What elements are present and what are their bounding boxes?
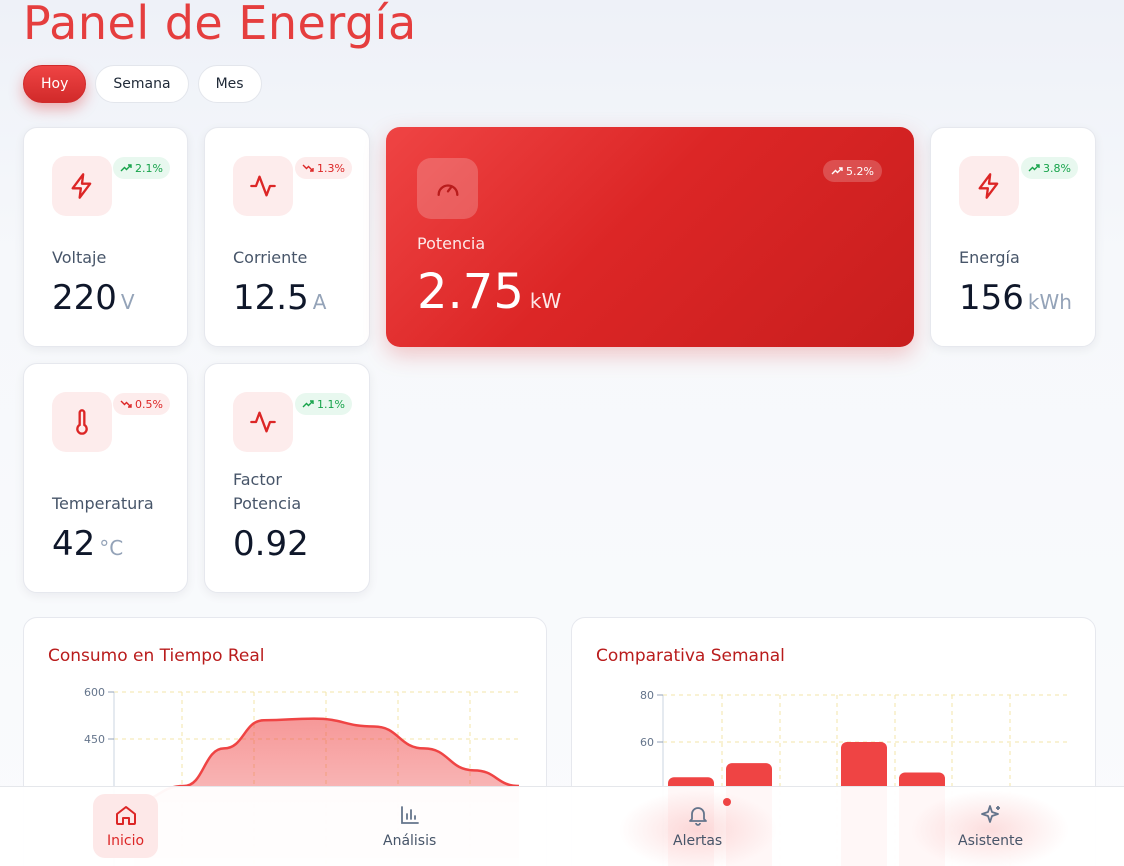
page-title: Panel de Energía [23,0,417,50]
trend-value: 0.5% [135,397,163,411]
metric-card-corriente[interactable]: 1.3% Corriente 12.5 A [204,127,370,347]
trend-up-icon [120,164,132,172]
nav-label: Inicio [107,833,145,849]
activity-icon [233,392,293,452]
trend-up-icon [1028,164,1040,172]
y-tick-label: 600 [84,686,105,699]
metric-unit: kWh [1027,290,1072,314]
metric-card-voltaje[interactable]: 2.1% Voltaje 220 V [23,127,188,347]
trend-value: 3.8% [1043,161,1071,175]
trend-value: 5.2% [846,164,874,178]
metric-value: 42 °C [52,524,123,564]
nav-item-inicio[interactable]: Inicio [93,794,159,858]
metric-label-line2: Potencia [233,494,302,513]
metric-label: Temperatura [52,494,154,513]
nav-item-analisis[interactable]: Análisis [369,794,450,858]
trend-badge: 2.1% [113,157,170,179]
zap-icon [52,156,112,216]
trend-down-icon [120,400,132,408]
trend-badge: 0.5% [113,393,170,415]
metric-unit: °C [99,536,124,560]
chart-title: Comparativa Semanal [596,646,785,666]
nav-label: Análisis [383,833,437,849]
metric-number: 2.75 [417,264,524,320]
y-tick-label: 450 [84,733,105,746]
y-tick-label: 60 [640,736,654,749]
metric-card-potencia[interactable]: 5.2% Potencia 2.75 kW [386,127,914,347]
trend-value: 1.3% [317,161,345,175]
home-icon [115,806,136,825]
nav-label: Asistente [958,833,1024,849]
metric-number: 0.92 [233,524,309,564]
nav-label: Alertas [673,833,723,849]
trend-badge: 3.8% [1021,157,1078,179]
metric-label: Energía [959,248,1020,267]
metric-label: Corriente [233,248,308,267]
bar-chart-icon [400,806,419,824]
metric-value: 0.92 [233,524,309,564]
gauge-icon [417,158,478,219]
metric-value: 12.5 A [233,278,326,318]
period-tabs: Hoy Semana Mes [23,65,262,103]
trend-value: 1.1% [317,397,345,411]
trend-up-icon [831,167,843,175]
bell-icon [688,807,707,826]
trend-badge: 1.3% [295,157,352,179]
sparkles-icon [980,805,1000,823]
metric-number: 42 [52,524,96,564]
tab-mes[interactable]: Mes [197,65,262,103]
metric-unit: A [312,290,327,314]
metric-value: 156 kWh [959,278,1072,318]
metric-card-energia[interactable]: 3.8% Energía 156 kWh [930,127,1096,347]
notification-dot [723,798,731,806]
trend-down-icon [302,164,314,172]
trend-badge: 1.1% [295,393,352,415]
metric-unit: V [120,290,135,314]
chart-title: Consumo en Tiempo Real [48,646,265,666]
metric-card-factor-potencia[interactable]: 1.1% Factor Potencia 0.92 [204,363,370,593]
trend-value: 2.1% [135,161,163,175]
metric-number: 220 [52,278,117,318]
activity-icon [233,156,293,216]
metric-card-temperatura[interactable]: 0.5% Temperatura 42 °C [23,363,188,593]
metric-label: Factor Potencia [233,468,301,516]
tab-hoy[interactable]: Hoy [23,65,87,103]
metric-number: 12.5 [233,278,309,318]
metric-unit: kW [529,289,562,313]
trend-badge: 5.2% [823,160,882,182]
thermometer-icon [52,392,112,452]
zap-icon [959,156,1019,216]
metric-label-line1: Factor [233,470,282,489]
nav-item-asistente[interactable]: Asistente [944,794,1037,858]
y-tick-label: 80 [640,689,654,702]
trend-up-icon [302,400,314,408]
metric-number: 156 [959,278,1024,318]
metric-value: 220 V [52,278,135,318]
metric-label: Potencia [417,234,486,253]
metric-value: 2.75 kW [417,264,561,320]
metric-label: Voltaje [52,248,107,267]
tab-semana[interactable]: Semana [95,65,189,103]
